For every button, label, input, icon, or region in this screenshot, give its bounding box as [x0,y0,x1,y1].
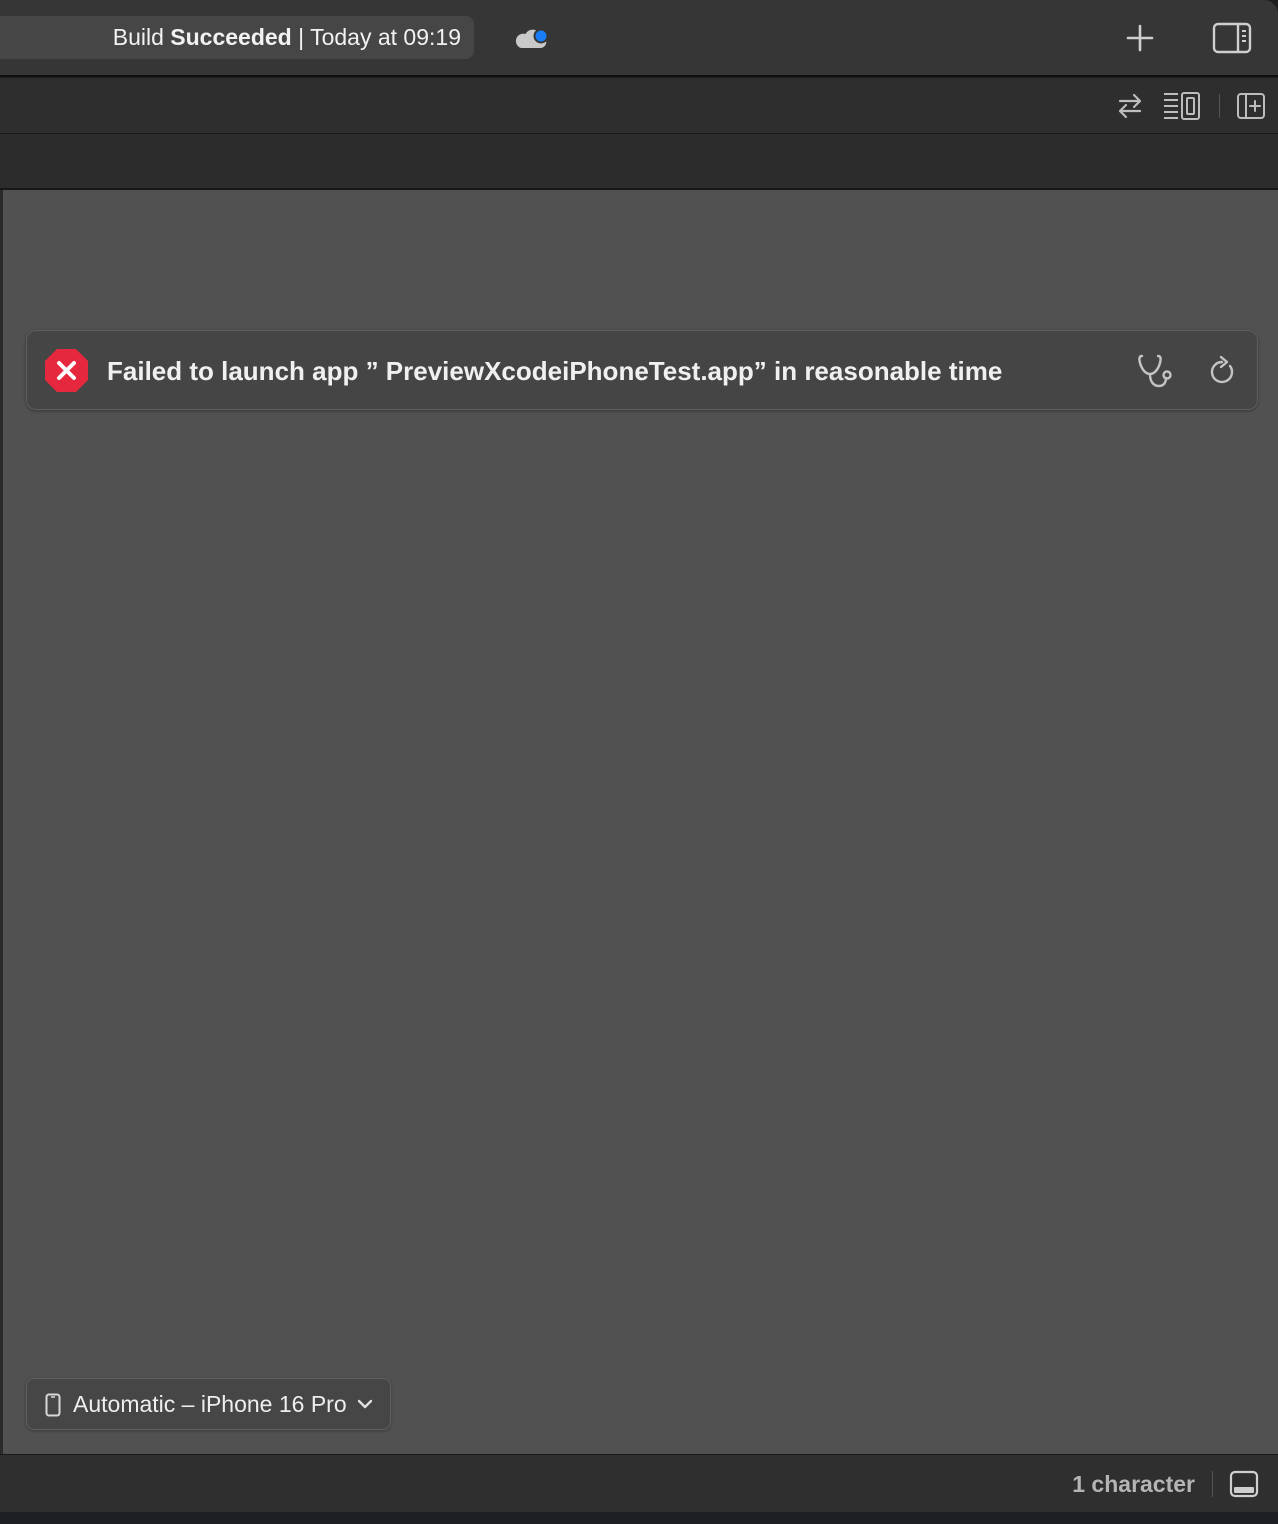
plus-icon[interactable] [1124,22,1156,54]
inspector-toggle-icon[interactable] [1212,22,1252,54]
character-count: 1 character [1072,1471,1195,1497]
diagnostics-icon[interactable] [1137,353,1175,389]
preview-error-banner: Failed to launch app ” PreviewXcodeiPhon… [26,330,1258,410]
build-status-time: Today at 09:19 [310,24,461,50]
build-status-prefix: Build [112,24,164,50]
device-picker[interactable]: Automatic – iPhone 16 Pro [26,1378,391,1430]
build-status-activity[interactable]: Build Succeeded | Today at 09:19 [0,16,474,59]
statusbar-divider [1212,1471,1213,1497]
window-bottom-edge [0,1512,1278,1524]
jump-bar [0,134,1278,190]
build-status-result: Succeeded [170,24,292,50]
toolbar-divider [1219,94,1220,118]
swap-icon[interactable] [1114,90,1146,122]
error-x-icon [45,349,88,392]
editor-status-bar: 1 character [0,1454,1278,1512]
editor-toolbar [0,78,1278,134]
device-picker-label: Automatic – iPhone 16 Pro [73,1391,347,1417]
cloud-icon[interactable] [514,26,550,52]
iphone-icon [45,1393,61,1417]
add-editor-pane-icon[interactable] [1236,90,1266,122]
window-titlebar: Build Succeeded | Today at 09:19 [0,0,1278,77]
debug-area-toggle-icon[interactable] [1229,1469,1259,1499]
build-status-separator: | [298,24,305,50]
refresh-icon[interactable] [1207,355,1237,387]
canvas-layout-icon[interactable] [1162,90,1202,122]
chevron-down-icon [357,1399,373,1409]
preview-error-message: Failed to launch app ” PreviewXcodeiPhon… [107,356,1003,386]
